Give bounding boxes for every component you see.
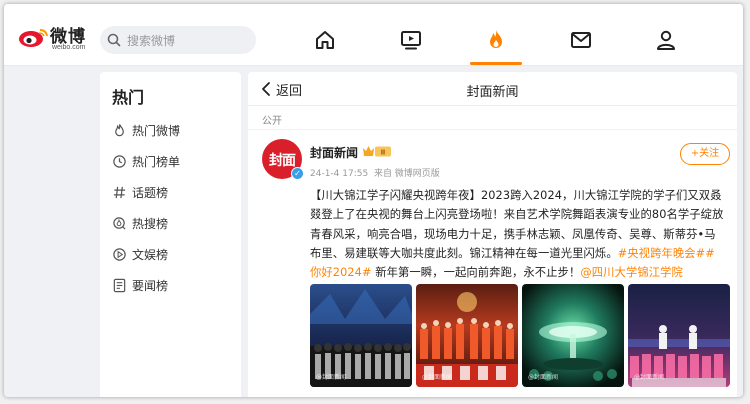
browser-frame: 微博 weibo.com 搜索微博 热门 热门微博 热门榜单 话题榜 热搜榜 文… <box>4 4 743 397</box>
image-watermark: @封面新闻 <box>528 374 559 381</box>
sidebar-item-hot-search[interactable]: 热搜榜 <box>112 214 237 234</box>
video-icon[interactable] <box>399 28 423 52</box>
sidebar-item-label: 话题榜 <box>132 186 169 200</box>
crown-badge-icon[interactable]: II <box>362 145 392 158</box>
avatar[interactable]: 封面 ✓ <box>262 139 304 180</box>
sidebar-item-label: 热搜榜 <box>132 217 169 231</box>
sidebar-title: 热门 <box>112 88 145 107</box>
follow-button[interactable]: +关注 <box>680 143 730 165</box>
sidebar-item-label: 文娱榜 <box>132 248 169 262</box>
news-icon <box>113 278 126 293</box>
clock-icon <box>113 155 126 168</box>
sidebar-item-news[interactable]: 要闻榜 <box>112 276 237 296</box>
message-icon[interactable] <box>569 28 593 52</box>
visibility-label: 公开 <box>262 116 282 127</box>
detail-top-bar: 封面新闻 返回 <box>248 72 737 106</box>
author-name[interactable]: 封面新闻 <box>310 144 358 161</box>
sidebar-item-label: 热门微博 <box>132 124 181 138</box>
post-timestamp[interactable]: 24-1-4 17:55 <box>310 169 368 179</box>
post-text: 【川大锦江学子闪耀央视跨年夜】2023跨入2024，川大锦江学院的学子们又双叒叕… <box>310 186 726 282</box>
post-image[interactable]: @封面新闻 <box>628 284 730 387</box>
sidebar-item-label: 热门榜单 <box>132 155 181 169</box>
search-placeholder: 搜索微博 <box>127 34 176 48</box>
svg-text:II: II <box>381 148 385 157</box>
image-watermark: @封面新闻 <box>422 374 453 381</box>
weibo-eye-icon <box>19 29 48 47</box>
profile-icon[interactable] <box>654 28 678 52</box>
page-title: 封面新闻 <box>466 85 519 100</box>
entertainment-icon <box>113 248 126 261</box>
main-panel: 封面新闻 返回 公开 封面 ✓ 封面新闻 II 24-1-4 17:55 来自 … <box>248 72 737 397</box>
chevron-left-icon <box>262 82 270 96</box>
flame-outline-icon <box>115 124 124 137</box>
search-icon <box>107 33 121 47</box>
post-meta: 24-1-4 17:55 来自 微博网页版 <box>310 166 440 179</box>
left-sidebar: 热门 热门微博 热门榜单 话题榜 热搜榜 文娱榜 要闻榜 <box>100 72 241 397</box>
weibo-logo[interactable]: 微博 weibo.com <box>18 16 92 52</box>
sidebar-item-topics[interactable]: 话题榜 <box>112 183 237 203</box>
image-watermark: @封面新闻 <box>634 374 665 381</box>
mention-link[interactable]: @四川大学锦江学院 <box>580 266 683 279</box>
post-source: 来自 微博网页版 <box>373 169 440 179</box>
sidebar-item-hot-weibo[interactable]: 热门微博 <box>112 121 237 141</box>
hashtag-link[interactable]: #央视跨年晚会# <box>618 247 706 260</box>
logo-url: weibo.com <box>52 44 86 51</box>
home-icon[interactable] <box>313 28 337 52</box>
divider <box>248 129 737 130</box>
verified-icon: ✓ <box>291 167 304 180</box>
hashtag-icon <box>113 186 126 199</box>
search-input[interactable]: 搜索微博 <box>100 26 256 54</box>
post-image[interactable]: @封面新闻 <box>310 284 412 387</box>
top-header: 微博 weibo.com 搜索微博 <box>4 4 743 66</box>
image-watermark: @封面新闻 <box>316 374 347 381</box>
sidebar-item-hot-list[interactable]: 热门榜单 <box>112 152 237 172</box>
sidebar-item-entertainment[interactable]: 文娱榜 <box>112 245 237 265</box>
sidebar-item-label: 要闻榜 <box>132 279 169 293</box>
post-image[interactable]: @封面新闻 <box>522 284 624 387</box>
post-image[interactable]: @封面新闻 <box>416 284 518 387</box>
active-tab-indicator <box>470 62 522 65</box>
hot-search-icon <box>113 217 126 230</box>
post-body-text: 新年第一瞬，一起向前奔跑，永不止步！ <box>371 266 581 280</box>
hot-flame-icon[interactable] <box>484 28 508 52</box>
back-label: 返回 <box>276 84 303 99</box>
